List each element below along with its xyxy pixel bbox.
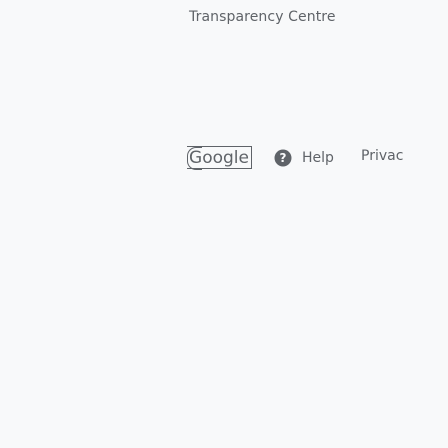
- help-link[interactable]: ? Help: [274, 146, 334, 170]
- google-logo-rest: oogle: [202, 148, 249, 168]
- transparency-centre-link[interactable]: Transparency Centre: [189, 9, 336, 25]
- page: Transparency Centre Google ? Help Privac: [0, 0, 448, 448]
- google-logo-cap: G: [187, 147, 203, 170]
- privacy-link[interactable]: Privac: [361, 148, 403, 164]
- footer: Google ? Help Privac: [187, 146, 448, 170]
- svg-text:?: ?: [280, 151, 287, 165]
- help-label: Help: [302, 150, 334, 166]
- google-logo[interactable]: Google: [187, 146, 252, 170]
- help-circle-icon: ?: [274, 149, 292, 167]
